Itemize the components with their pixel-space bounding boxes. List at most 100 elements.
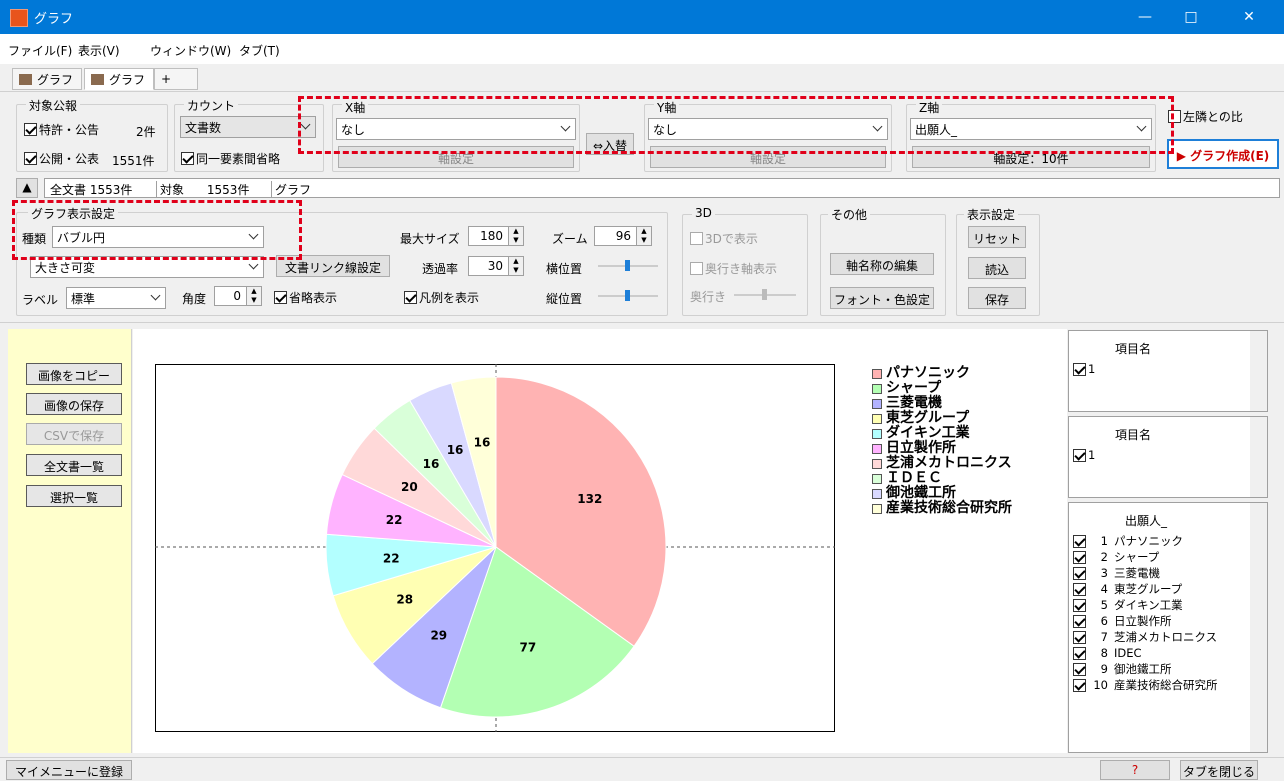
list-item[interactable]: 2 シャープ	[1073, 549, 1218, 565]
tab-graph-2[interactable]: グラフ	[84, 68, 154, 90]
item-number: 2	[1100, 550, 1108, 564]
scrollbar[interactable]	[1250, 331, 1267, 411]
item-label: 東芝グループ	[1114, 582, 1183, 596]
list-item[interactable]: 9 御池鐵工所	[1073, 661, 1218, 677]
target-docs-label: 対象 1553件	[156, 181, 249, 198]
chevron-down-icon	[150, 290, 161, 301]
all-docs-list-button[interactable]: 全文書一覧	[26, 454, 122, 476]
menu-view[interactable]: 表示(V)	[78, 42, 120, 59]
legend-checkbox[interactable]: 凡例を表示	[404, 289, 479, 306]
depth-slider[interactable]	[734, 289, 796, 300]
spin-arrows-icon[interactable]: ▲ ▼	[508, 257, 523, 275]
item-label: ダイキン工業	[1114, 598, 1183, 612]
publication-checkbox[interactable]: 公開・公表	[24, 150, 99, 167]
scrollbar[interactable]	[1250, 417, 1267, 497]
menu-file[interactable]: ファイル(F)	[8, 42, 72, 59]
check-icon	[1073, 566, 1086, 580]
item-number: 8	[1100, 646, 1108, 660]
list-item[interactable]: 1	[1073, 447, 1095, 463]
omit-checkbox[interactable]: 同一要素間省略	[181, 150, 280, 167]
axis-highlight-box	[298, 96, 1174, 154]
legend-swatch	[872, 473, 882, 484]
slider-thumb[interactable]	[625, 260, 630, 271]
list-item[interactable]: 1 パナソニック	[1073, 533, 1218, 549]
show-3d-checkbox[interactable]: 3Dで表示	[690, 230, 758, 247]
slider-thumb[interactable]	[762, 289, 767, 300]
tab-add[interactable]: +	[154, 68, 198, 90]
slice-label: 22	[383, 551, 400, 565]
save-csv-button[interactable]: CSVで保存	[26, 423, 122, 445]
legend-label: 産業技術総合研究所	[886, 500, 1012, 516]
selection-list-button[interactable]: 選択一覧	[26, 485, 122, 507]
slider-thumb[interactable]	[625, 290, 630, 301]
depth-axis-checkbox[interactable]: 奥行き軸表示	[690, 260, 777, 277]
menu-window[interactable]: ウィンドウ(W)	[150, 42, 231, 59]
label-select[interactable]: 標準	[66, 287, 166, 309]
publication-count: 1551件	[112, 154, 155, 168]
legend-swatch	[872, 443, 882, 454]
list-item[interactable]: 5 ダイキン工業	[1073, 597, 1218, 613]
scrollbar[interactable]	[1250, 503, 1267, 752]
edit-axis-name-button[interactable]: 軸名称の編集	[830, 253, 934, 275]
patent-checkbox[interactable]: 特許・公告	[24, 121, 99, 138]
list-item[interactable]: 8 IDEC	[1073, 645, 1218, 661]
graph-type-highlight-box	[12, 200, 302, 260]
chart-legend: パナソニック シャープ 三菱電機 東芝グループ ダイキン工業 日立製作所 芝浦メカトロニクス…	[872, 366, 1012, 516]
load-button[interactable]: 読込	[968, 257, 1026, 279]
check-icon	[404, 291, 417, 304]
list-item[interactable]: 7 芝浦メカトロニクス	[1073, 629, 1218, 645]
check-icon	[181, 152, 194, 165]
create-graph-button[interactable]: ▶ グラフ作成(E)	[1167, 139, 1279, 169]
tab-graph-1[interactable]: グラフ	[12, 68, 82, 90]
spin-arrows-icon[interactable]: ▲ ▼	[246, 287, 261, 305]
list-item[interactable]: 1	[1073, 361, 1095, 377]
item-number: 5	[1100, 598, 1108, 612]
copy-image-button[interactable]: 画像をコピー	[26, 363, 122, 385]
app-icon	[10, 9, 28, 27]
check-icon	[1073, 630, 1086, 644]
help-button[interactable]: ?	[1100, 760, 1170, 780]
angle-stepper[interactable]: 0 ▲ ▼	[214, 286, 262, 306]
check-icon	[1073, 678, 1086, 692]
maximize-button[interactable]: □	[1168, 0, 1214, 34]
close-tab-button[interactable]: タブを閉じる	[1180, 760, 1258, 780]
list-item[interactable]: 6 日立製作所	[1073, 613, 1218, 629]
vpos-label: 縦位置	[546, 292, 583, 306]
max-size-stepper[interactable]: 180 ▲ ▼	[468, 226, 524, 246]
legend-item: 三菱電機	[872, 396, 1012, 411]
zoom-stepper[interactable]: 96 ▲ ▼	[594, 226, 652, 246]
check-icon	[1073, 448, 1086, 462]
list-item[interactable]: 4 東芝グループ	[1073, 581, 1218, 597]
item-label: 日立製作所	[1114, 614, 1172, 628]
all-docs-label: 全文書 1553件	[50, 183, 133, 197]
checkbox-icon	[690, 262, 703, 275]
minimize-button[interactable]: —	[1122, 0, 1168, 34]
legend-swatch	[872, 488, 882, 499]
list-item[interactable]: 10 産業技術総合研究所	[1073, 677, 1218, 693]
reset-button[interactable]: リセット	[968, 226, 1026, 248]
item-label: 三菱電機	[1114, 566, 1160, 580]
spin-arrows-icon[interactable]: ▲ ▼	[636, 227, 651, 245]
item-number: 3	[1100, 566, 1108, 580]
register-mymenu-button[interactable]: マイメニューに登録	[6, 760, 132, 780]
collapse-button[interactable]: ▲	[16, 178, 38, 198]
list-item[interactable]: 3 三菱電機	[1073, 565, 1218, 581]
neighbor-ratio-checkbox[interactable]: 左隣との比	[1168, 108, 1243, 125]
abbrev-checkbox[interactable]: 省略表示	[274, 289, 337, 306]
check-icon	[1073, 534, 1086, 548]
chevron-down-icon	[248, 259, 259, 270]
hpos-slider[interactable]	[598, 260, 658, 271]
slice-label: 20	[401, 480, 418, 494]
font-color-button[interactable]: フォント・色設定	[830, 287, 934, 309]
vpos-slider[interactable]	[598, 290, 658, 301]
item-number: 9	[1100, 662, 1108, 676]
play-icon: ▶	[1176, 149, 1191, 163]
menu-tab[interactable]: タブ(T)	[239, 42, 280, 59]
check-icon	[1073, 614, 1086, 628]
spin-arrows-icon[interactable]: ▲ ▼	[508, 227, 523, 245]
count-select[interactable]: 文書数	[180, 116, 316, 138]
save-settings-button[interactable]: 保存	[968, 287, 1026, 309]
save-image-button[interactable]: 画像の保存	[26, 393, 122, 415]
close-button[interactable]: ✕	[1214, 0, 1284, 34]
opacity-stepper[interactable]: 30 ▲ ▼	[468, 256, 524, 276]
